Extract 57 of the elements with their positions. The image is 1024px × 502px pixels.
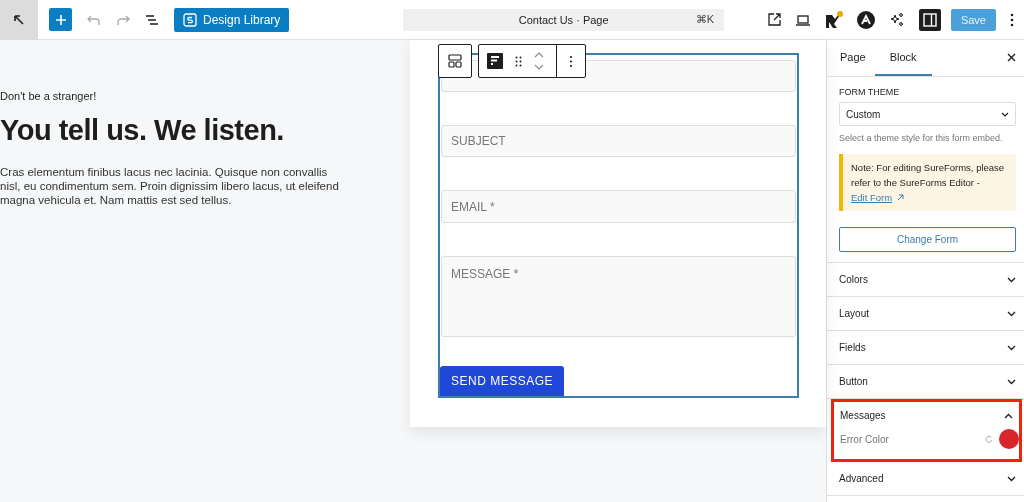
- form-theme-label: FORM THEME: [839, 87, 901, 97]
- sidebar-tab[interactable]: Page: [831, 40, 875, 76]
- more-options-icon[interactable]: [569, 54, 573, 68]
- s-logo-icon: [183, 12, 197, 27]
- arrow-icon: [13, 13, 25, 26]
- logo-icon[interactable]: [856, 10, 875, 29]
- panel-header[interactable]: Button: [827, 365, 1024, 398]
- chevron-down-icon: [1007, 310, 1016, 317]
- back-button[interactable]: [0, 0, 38, 40]
- eyebrow-text: Don't be a stranger!: [0, 90, 98, 102]
- laptop-icon[interactable]: [794, 13, 811, 26]
- body-paragraph: Cras elementum finibus lacus nec lacinia. Quisque non convallis nisl, eu condimentum sem. Proin dignissim libero lacus, ut eleifend magna vehicula et. Nam mattis est sed tellus.: [0, 165, 340, 207]
- form-theme-select[interactable]: Custom: [839, 102, 1016, 126]
- grid-layout-icon: [448, 54, 462, 68]
- change-form-button[interactable]: Change Form: [839, 227, 1016, 252]
- panel-header[interactable]: Colors: [827, 263, 1024, 296]
- panel-header[interactable]: Fields: [827, 331, 1024, 364]
- textarea-field[interactable]: MESSAGE *: [441, 255, 796, 337]
- chevron-down-icon: [1001, 111, 1009, 117]
- plugin-logo-icon[interactable]: [824, 10, 843, 29]
- sidebar-tab[interactable]: Block: [874, 40, 932, 76]
- panel-header[interactable]: Layout: [827, 297, 1024, 330]
- input-field[interactable]: EMAIL *: [441, 190, 796, 223]
- design-library-button[interactable]: Design Library: [174, 7, 290, 32]
- notice-text: Note: For editing SureForms, please refer to the SureForms Editor - Edit Form: [839, 154, 1016, 211]
- more-options-icon[interactable]: [1010, 12, 1014, 27]
- sidebar-icon: [922, 12, 937, 27]
- external-link-icon[interactable]: [767, 13, 781, 26]
- form-block[interactable]: SUBJECT EMAIL * MESSAGE * SEND MESSAGE: [438, 53, 799, 398]
- chevron-down-icon: [1007, 378, 1016, 385]
- close-icon[interactable]: [1007, 53, 1016, 62]
- page-heading: You tell us. We listen.: [0, 114, 285, 147]
- document-title: Contact Us · Page: [518, 13, 609, 26]
- help-text: Select a theme style for this form embed.: [839, 133, 1004, 143]
- add-block-button[interactable]: [49, 8, 72, 31]
- input-field[interactable]: SUBJECT: [441, 125, 796, 158]
- chevron-down-icon: [1007, 344, 1016, 351]
- chevron-down-icon: [1007, 475, 1016, 482]
- panel-header[interactable]: Advanced: [827, 462, 1024, 495]
- shortcut-hint: ⌘K: [695, 13, 715, 26]
- parent-block-button[interactable]: [438, 44, 472, 78]
- panel-header[interactable]: Messages: [834, 402, 1019, 429]
- chevron-up-icon: [1004, 412, 1013, 419]
- list-view-icon[interactable]: [145, 13, 159, 26]
- send-message-button[interactable]: SEND MESSAGE: [440, 365, 565, 396]
- setting-label: Error Color: [840, 433, 890, 445]
- edit-form-link[interactable]: Edit Form: [851, 192, 893, 203]
- external-link-icon: [896, 194, 904, 201]
- command-bar[interactable]: Contact Us · Page ⌘K: [403, 8, 725, 31]
- form-block-icon[interactable]: [487, 53, 503, 69]
- move-up-down-icon[interactable]: [534, 51, 544, 71]
- settings-toggle-button[interactable]: [918, 8, 941, 31]
- chevron-down-icon: [1007, 276, 1016, 283]
- sparkles-icon[interactable]: [888, 11, 905, 28]
- color-swatch[interactable]: [999, 429, 1019, 449]
- drag-handle-icon[interactable]: [515, 55, 522, 67]
- plus-icon: [54, 13, 67, 26]
